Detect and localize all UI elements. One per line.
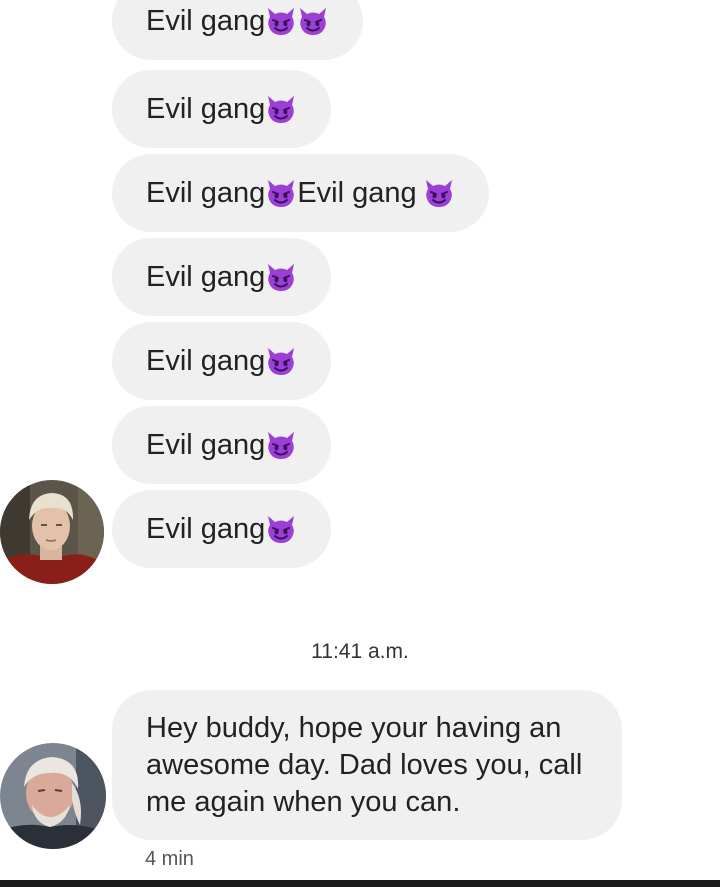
message-text: Hey buddy, hope your having an awesome d… [146, 712, 583, 818]
message-bubble[interactable]: Evil gang [112, 0, 364, 60]
avatar[interactable] [0, 743, 106, 849]
message-text: Evil gang [146, 92, 266, 125]
smiling-imp-icon [265, 5, 297, 37]
divider [0, 880, 720, 887]
chat-thread: Evil gang Evil gang Evil gang Evil gang … [0, 0, 720, 887]
smiling-imp-icon [265, 513, 297, 545]
message-bubble[interactable]: Evil gang [112, 322, 332, 400]
smiling-imp-icon [265, 429, 297, 461]
message-bubble[interactable]: Evil gang [112, 490, 332, 568]
smiling-imp-icon [265, 93, 297, 125]
smiling-imp-icon [265, 261, 297, 293]
message-bubble[interactable]: Hey buddy, hope your having an awesome d… [112, 690, 622, 840]
smiling-imp-icon [297, 5, 329, 37]
smiling-imp-icon [423, 177, 455, 209]
timestamp: 11:41 a.m. [311, 640, 409, 663]
smiling-imp-icon [265, 345, 297, 377]
message-text: Evil gang [146, 176, 266, 209]
smiling-imp-icon [265, 177, 297, 209]
message-time: 4 min [145, 848, 194, 870]
message-text: Evil gang [146, 428, 266, 461]
message-bubble[interactable]: Evil gang [112, 238, 332, 316]
message-text: Evil gang [146, 344, 266, 377]
message-text: Evil gang [297, 176, 417, 209]
message-text: Evil gang [146, 260, 266, 293]
message-text: Evil gang [146, 4, 266, 37]
message-bubble[interactable]: Evil gang Evil gang [112, 154, 489, 232]
message-text: Evil gang [146, 512, 266, 545]
message-bubble[interactable]: Evil gang [112, 70, 332, 148]
message-bubble[interactable]: Evil gang [112, 406, 332, 484]
avatar[interactable] [0, 480, 104, 584]
